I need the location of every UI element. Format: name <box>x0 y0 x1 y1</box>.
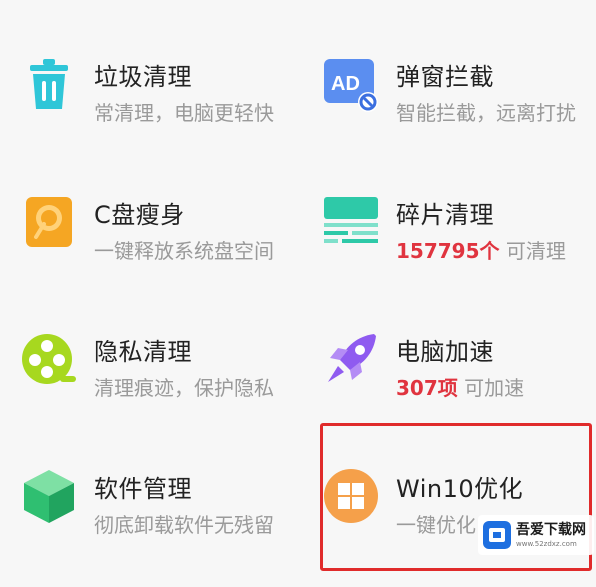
speed-up-count: 307项 <box>396 376 458 400</box>
rocket-icon <box>328 334 376 382</box>
tile-title: 垃圾清理 <box>94 63 192 91</box>
tile-subtitle: 157795个 可清理 <box>396 239 566 263</box>
tile-title: 弹窗拦截 <box>396 63 494 91</box>
ad-block-icon: AD <box>324 59 378 112</box>
tile-subtitle: 常清理，电脑更轻快 <box>94 101 274 125</box>
watermark: 吾爱下载网 www.52zdxz.com <box>478 515 594 555</box>
tile-title: 碎片清理 <box>396 201 494 229</box>
tile-fragment-clean[interactable]: 碎片清理 157795个 可清理 <box>302 193 592 313</box>
tile-privacy-clean[interactable]: 隐私清理 清理痕迹，保护隐私 <box>0 330 290 450</box>
watermark-logo-icon <box>483 521 511 549</box>
tile-subtitle: 一键释放系统盘空间 <box>94 239 274 263</box>
tile-subtitle: 清理痕迹，保护隐私 <box>94 376 274 400</box>
tile-title: 电脑加速 <box>396 338 494 366</box>
tile-popup-block[interactable]: AD 弹窗拦截 智能拦截，远离打扰 <box>302 55 592 175</box>
ad-icon-text: AD <box>331 73 360 95</box>
privacy-film-icon <box>22 334 76 384</box>
fragment-count: 157795个 <box>396 239 500 263</box>
tile-software-manage[interactable]: 软件管理 彻底卸载软件无残留 <box>0 467 290 587</box>
trash-can-icon <box>30 59 68 109</box>
tile-subtitle: 彻底卸载软件无残留 <box>94 513 274 537</box>
tile-subtitle: 307项 可加速 <box>396 376 525 400</box>
tile-title: C盘瘦身 <box>94 201 185 229</box>
tile-title: 隐私清理 <box>94 338 192 366</box>
software-box-icon <box>24 470 74 523</box>
fragment-icon <box>324 197 378 243</box>
watermark-url: www.52zdxz.com <box>516 540 577 548</box>
disk-slim-icon <box>26 197 72 247</box>
watermark-text: 吾爱下载网 <box>516 522 586 538</box>
tile-title: 软件管理 <box>94 475 192 503</box>
tile-junk-clean[interactable]: 垃圾清理 常清理，电脑更轻快 <box>0 55 290 175</box>
tile-subtitle: 智能拦截，远离打扰 <box>396 101 576 125</box>
tile-c-drive-slim[interactable]: C盘瘦身 一键释放系统盘空间 <box>0 193 290 313</box>
